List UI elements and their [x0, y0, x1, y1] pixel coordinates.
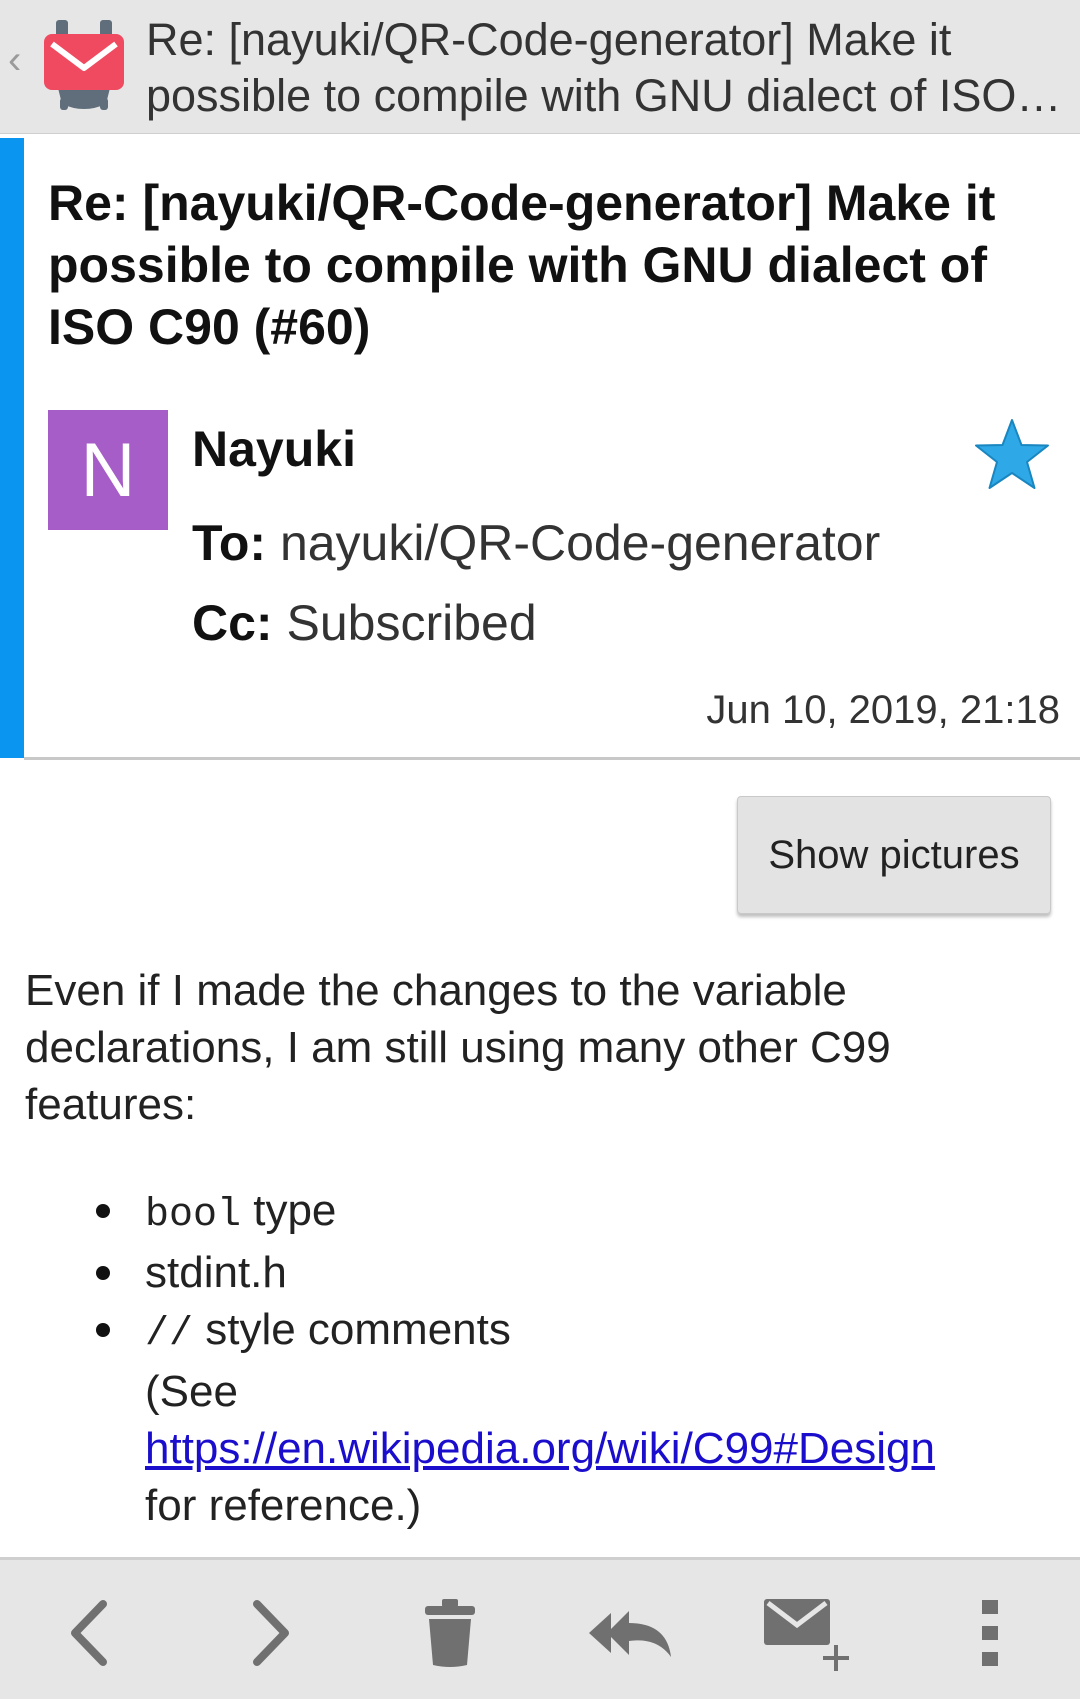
list-item-text: style comments [193, 1305, 511, 1354]
to-row: To: nayuki/QR-Code-generator [192, 514, 880, 572]
wikipedia-link[interactable]: https://en.wikipedia.org/wiki/C99#Design [145, 1424, 935, 1473]
overflow-menu-button[interactable] [940, 1588, 1040, 1678]
compose-button[interactable] [756, 1588, 856, 1678]
cc-label: Cc: [192, 595, 273, 651]
feature-list: bool type stdint.h // style comments (Se… [90, 1182, 1060, 1534]
show-pictures-button[interactable]: Show pictures [737, 796, 1051, 914]
delete-icon [422, 1597, 478, 1669]
to-label: To: [192, 515, 267, 571]
message-date: Jun 10, 2019, 21:18 [706, 688, 1060, 732]
list-item: stdint.h [90, 1244, 1060, 1301]
bottom-toolbar [0, 1557, 1080, 1699]
account-color-bar [0, 138, 24, 758]
k9-mail-logo-icon[interactable] [42, 18, 126, 112]
list-item: bool type [90, 1182, 1060, 1244]
reference-text: for reference.) [145, 1481, 422, 1530]
message-body-paragraph: Even if I made the changes to the variab… [25, 966, 891, 1129]
app-bar: ‹ Re: [nayuki/QR-Code-generator] Make it… [0, 0, 1080, 134]
message-subject: Re: [nayuki/QR-Code-generator] Make it p… [48, 175, 996, 355]
overflow-menu-icon [980, 1598, 1000, 1668]
reply-all-icon [585, 1603, 675, 1663]
list-item-text: stdint.h [145, 1248, 287, 1297]
list-item-text: type [241, 1186, 337, 1235]
code-bool: bool [145, 1193, 242, 1238]
see-text: (See [145, 1367, 238, 1416]
cc-recipient[interactable]: Subscribed [286, 595, 536, 651]
avatar[interactable]: N [48, 410, 168, 530]
to-recipient[interactable]: nayuki/QR-Code-generator [280, 515, 880, 571]
next-message-button[interactable] [220, 1588, 320, 1678]
header-divider [24, 757, 1080, 760]
sender-name[interactable]: Nayuki [192, 420, 356, 478]
previous-message-button[interactable] [40, 1588, 140, 1678]
code-comment: // [145, 1312, 194, 1357]
up-navigation-icon[interactable]: ‹ [8, 40, 21, 80]
message-header: Re: [nayuki/QR-Code-generator] Make it p… [0, 138, 1080, 758]
appbar-title: Re: [nayuki/QR-Code-generator] Make it p… [146, 14, 1017, 121]
reply-all-button[interactable] [580, 1588, 680, 1678]
cc-row: Cc: Subscribed [192, 594, 537, 652]
star-icon[interactable] [972, 416, 1052, 492]
delete-button[interactable] [400, 1588, 500, 1678]
next-icon [245, 1598, 295, 1668]
compose-icon [756, 1593, 856, 1673]
list-item: // style comments (See https://en.wikipe… [90, 1301, 1060, 1534]
previous-icon [65, 1598, 115, 1668]
